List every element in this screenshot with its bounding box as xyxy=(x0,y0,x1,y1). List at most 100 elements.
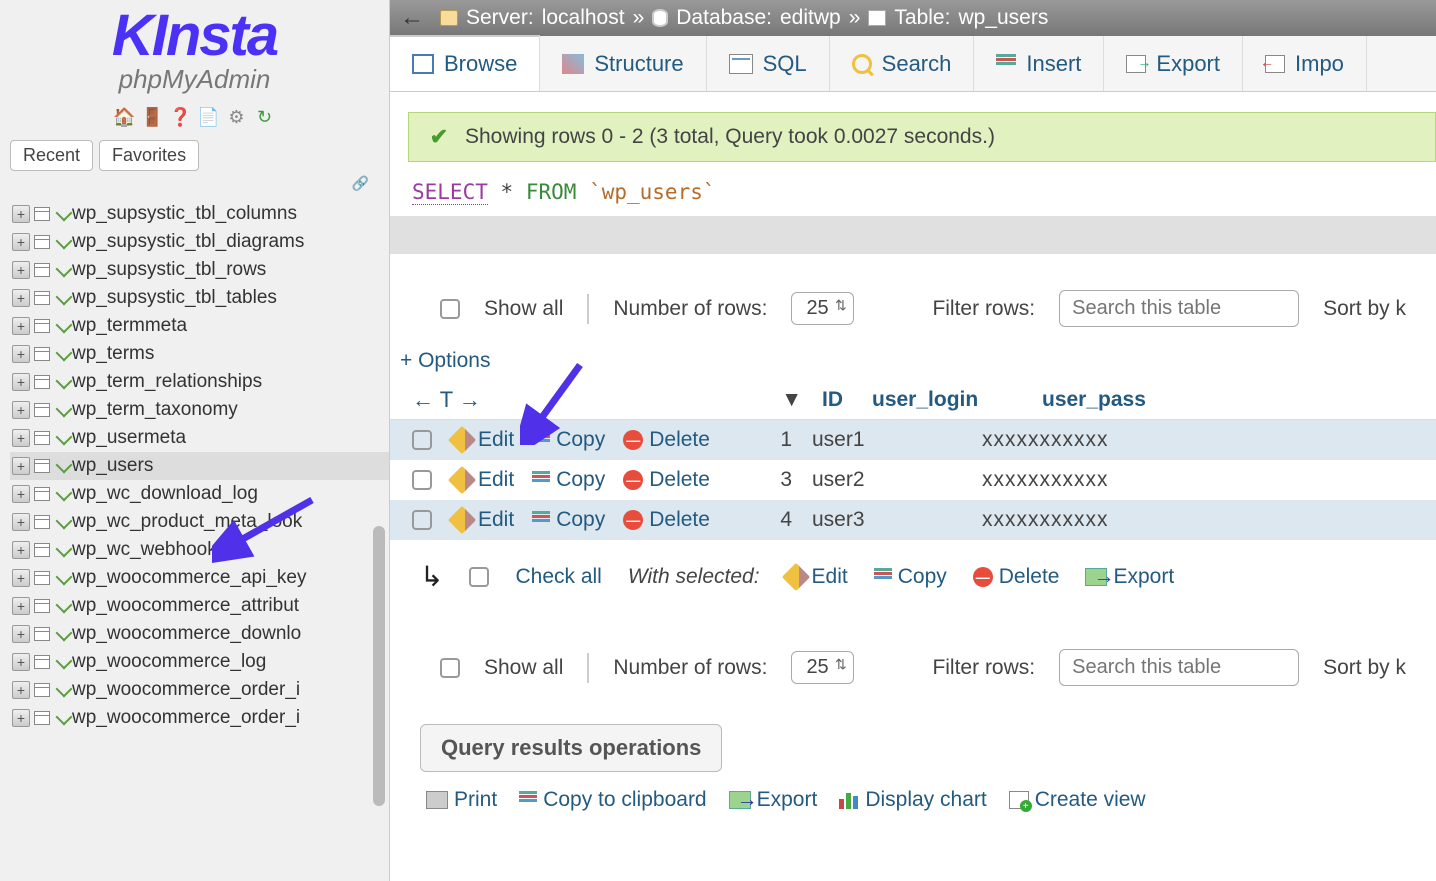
settings-icon[interactable]: ⚙ xyxy=(226,106,248,128)
tree-item-wp_supsystic_tbl_diagrams[interactable]: +wp_supsystic_tbl_diagrams xyxy=(10,228,389,256)
tree-item-wp_woocommerce_order_i[interactable]: +wp_woocommerce_order_i xyxy=(10,676,389,704)
scrollbar-thumb[interactable] xyxy=(373,526,385,806)
table-tree[interactable]: +wp_supsystic_tbl_columns+wp_supsystic_t… xyxy=(0,196,389,881)
bulk-export[interactable]: Export xyxy=(1085,565,1174,589)
delete-action[interactable]: —Delete xyxy=(623,508,710,532)
tree-item-wp_term_relationships[interactable]: +wp_term_relationships xyxy=(10,368,389,396)
tree-item-wp_wc_webhooks[interactable]: +wp_wc_webhooks xyxy=(10,536,389,564)
chart-icon xyxy=(839,791,859,809)
expand-icon[interactable]: + xyxy=(12,513,30,531)
col-user-pass[interactable]: user_pass xyxy=(1042,388,1426,412)
col-user-login[interactable]: user_login xyxy=(872,388,1042,412)
tree-item-wp_wc_product_meta_look[interactable]: +wp_wc_product_meta_look xyxy=(10,508,389,536)
brand-subtitle: phpMyAdmin xyxy=(0,64,389,95)
sql-icon[interactable]: 📄 xyxy=(198,106,220,128)
tree-item-wp_users[interactable]: +wp_users xyxy=(10,452,389,480)
tree-item-wp_term_taxonomy[interactable]: + wp_term_taxonomy xyxy=(10,396,389,424)
copy-action[interactable]: Copy xyxy=(532,428,605,452)
expand-icon[interactable]: + xyxy=(12,401,30,419)
back-button[interactable]: ← xyxy=(400,4,424,32)
expand-icon[interactable]: + xyxy=(12,653,30,671)
tree-item-wp_terms[interactable]: +wp_terms xyxy=(10,340,389,368)
copy-action[interactable]: Copy xyxy=(532,468,605,492)
tree-item-wp_supsystic_tbl_rows[interactable]: +wp_supsystic_tbl_rows xyxy=(10,256,389,284)
tree-item-wp_usermeta[interactable]: +wp_usermeta xyxy=(10,424,389,452)
tab-export[interactable]: Export xyxy=(1104,36,1243,91)
edit-action[interactable]: Edit xyxy=(452,508,514,532)
expand-icon[interactable]: + xyxy=(12,317,30,335)
expand-icon[interactable]: + xyxy=(12,373,30,391)
tree-item-wp_woocommerce_log[interactable]: +wp_woocommerce_log xyxy=(10,648,389,676)
row-checkbox[interactable] xyxy=(412,430,432,450)
table-mini-icon xyxy=(34,263,50,277)
expand-icon[interactable]: + xyxy=(12,261,30,279)
filter-input-2[interactable] xyxy=(1059,649,1299,686)
tree-item-wp_woocommerce_downlo[interactable]: +wp_woocommerce_downlo xyxy=(10,620,389,648)
expand-icon[interactable]: + xyxy=(12,709,30,727)
bulk-edit[interactable]: Edit xyxy=(786,565,848,589)
table-name-label: wp_term_taxonomy xyxy=(72,399,238,421)
favorites-button[interactable]: Favorites xyxy=(99,140,199,171)
expand-icon[interactable]: + xyxy=(12,681,30,699)
tab-import[interactable]: Impo xyxy=(1243,36,1367,91)
print-action[interactable]: Print xyxy=(426,788,497,812)
link-icon[interactable]: 🔗 xyxy=(0,175,389,196)
bulk-copy[interactable]: Copy xyxy=(874,565,947,589)
expand-icon[interactable]: + xyxy=(12,289,30,307)
table-name[interactable]: wp_users xyxy=(958,6,1048,30)
bulk-delete[interactable]: —Delete xyxy=(973,565,1060,589)
copy-action[interactable]: Copy xyxy=(532,508,605,532)
tab-browse[interactable]: Browse xyxy=(390,35,540,91)
expand-icon[interactable]: + xyxy=(12,485,30,503)
expand-icon[interactable]: + xyxy=(12,233,30,251)
sort-arrows[interactable]: ← T → xyxy=(412,387,512,413)
num-rows-select-2[interactable]: 25 xyxy=(791,651,853,684)
expand-icon[interactable]: + xyxy=(12,457,30,475)
show-all-checkbox[interactable] xyxy=(440,299,460,319)
row-checkbox[interactable] xyxy=(412,510,432,530)
tab-insert[interactable]: Insert xyxy=(974,36,1104,91)
check-all-label[interactable]: Check all xyxy=(515,565,601,589)
help-icon[interactable]: ❓ xyxy=(170,106,192,128)
copy-clipboard-action[interactable]: Copy to clipboard xyxy=(519,788,706,812)
server-name[interactable]: localhost xyxy=(542,6,625,30)
delete-action[interactable]: —Delete xyxy=(623,428,710,452)
delete-action[interactable]: —Delete xyxy=(623,468,710,492)
tab-sql[interactable]: SQL xyxy=(707,36,830,91)
filter-input[interactable] xyxy=(1059,290,1299,327)
edit-action[interactable]: Edit xyxy=(452,468,514,492)
tree-item-wp_supsystic_tbl_columns[interactable]: +wp_supsystic_tbl_columns xyxy=(10,200,389,228)
num-rows-select[interactable]: 25 xyxy=(791,292,853,325)
tree-item-wp_supsystic_tbl_tables[interactable]: +wp_supsystic_tbl_tables xyxy=(10,284,389,312)
logout-icon[interactable]: 🚪 xyxy=(142,106,164,128)
tree-item-wp_wc_download_log[interactable]: +wp_wc_download_log xyxy=(10,480,389,508)
show-all-checkbox-2[interactable] xyxy=(440,658,460,678)
expand-icon[interactable]: + xyxy=(12,541,30,559)
recent-button[interactable]: Recent xyxy=(10,140,93,171)
export-action[interactable]: Export xyxy=(729,788,818,812)
expand-icon[interactable]: + xyxy=(12,429,30,447)
tab-structure[interactable]: Structure xyxy=(540,36,706,91)
options-link[interactable]: + Options xyxy=(390,341,1436,377)
tab-search[interactable]: Search xyxy=(830,36,975,91)
pencil-icon xyxy=(448,426,476,454)
expand-icon[interactable]: + xyxy=(12,205,30,223)
home-icon[interactable]: 🏠 xyxy=(114,106,136,128)
tree-item-wp_woocommerce_attribut[interactable]: +wp_woocommerce_attribut xyxy=(10,592,389,620)
expand-icon[interactable]: + xyxy=(12,625,30,643)
tree-item-wp_termmeta[interactable]: +wp_termmeta xyxy=(10,312,389,340)
db-name[interactable]: editwp xyxy=(780,6,841,30)
col-id[interactable]: ID xyxy=(822,388,872,412)
create-view-action[interactable]: Create view xyxy=(1009,788,1146,812)
check-all-checkbox[interactable] xyxy=(469,567,489,587)
chart-action[interactable]: Display chart xyxy=(839,788,986,812)
sort-caret[interactable]: ▼ xyxy=(512,388,822,412)
row-checkbox[interactable] xyxy=(412,470,432,490)
reload-icon[interactable]: ↻ xyxy=(254,106,276,128)
edit-action[interactable]: Edit xyxy=(452,428,514,452)
expand-icon[interactable]: + xyxy=(12,569,30,587)
expand-icon[interactable]: + xyxy=(12,345,30,363)
tree-item-wp_woocommerce_api_key[interactable]: +wp_woocommerce_api_key xyxy=(10,564,389,592)
expand-icon[interactable]: + xyxy=(12,597,30,615)
tree-item-wp_woocommerce_order_i[interactable]: +wp_woocommerce_order_i xyxy=(10,704,389,732)
